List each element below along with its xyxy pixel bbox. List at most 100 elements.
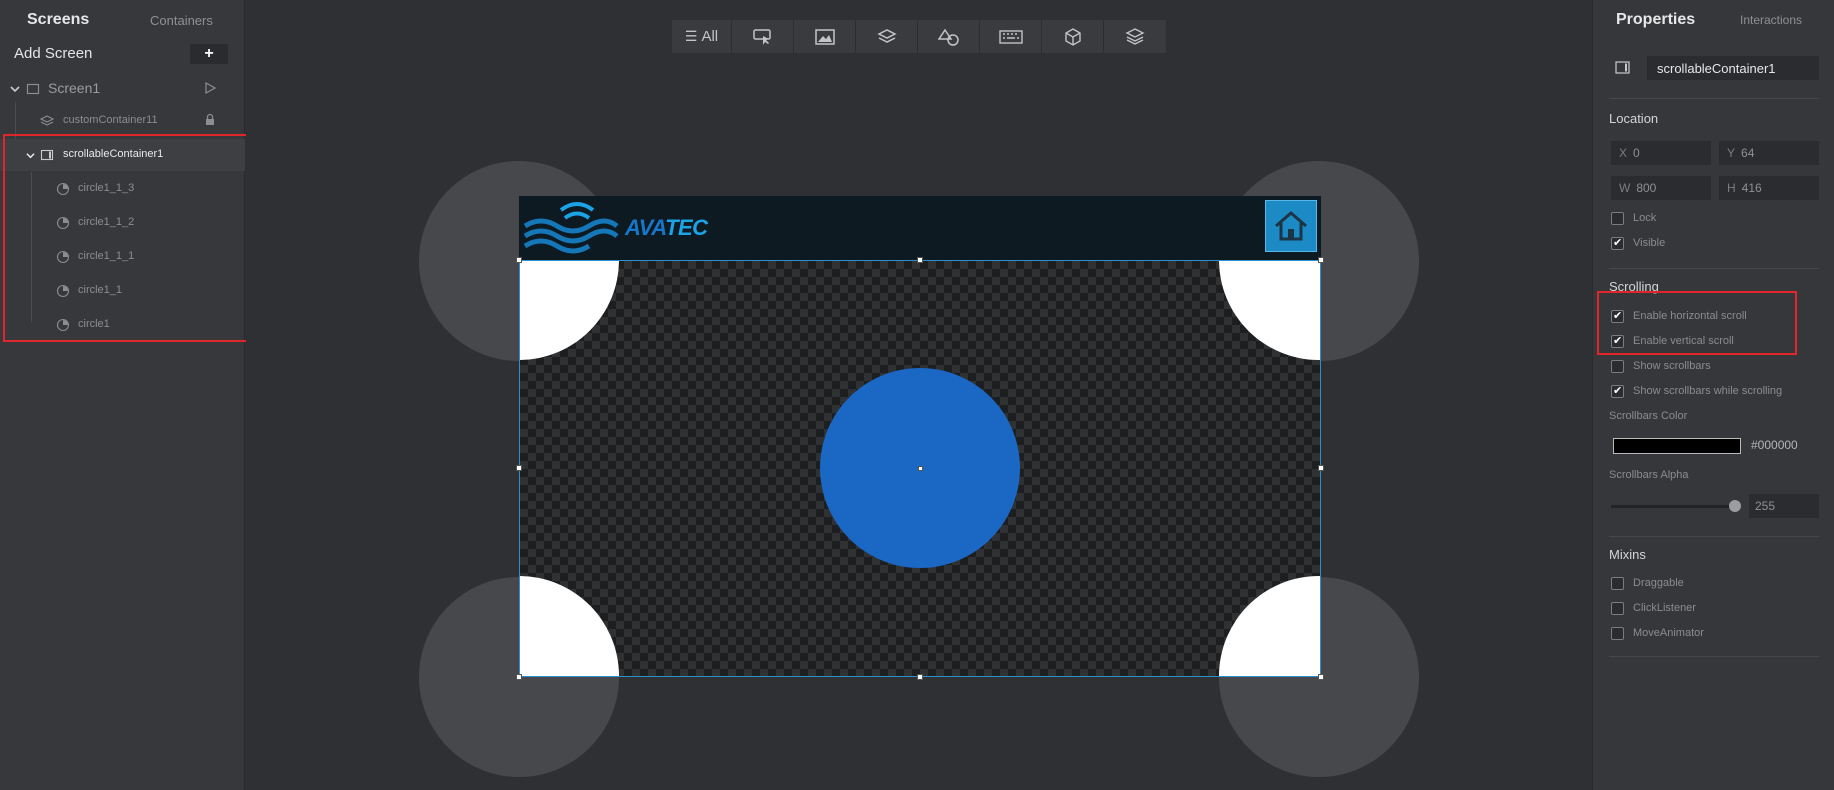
screen-icon — [26, 83, 40, 95]
layers-icon — [40, 115, 54, 126]
lock-icon[interactable] — [203, 113, 217, 127]
resize-handle[interactable] — [516, 257, 522, 263]
add-screen-button[interactable]: + — [190, 44, 228, 64]
lock-checkbox[interactable] — [1611, 212, 1624, 225]
resize-handle[interactable] — [1318, 674, 1324, 680]
show-scrollbars-checkbox[interactable] — [1611, 360, 1624, 373]
brand-logo-text: AVATEC — [625, 215, 708, 240]
interaction-icon — [752, 28, 771, 45]
alpha-value-field[interactable]: 255 — [1749, 494, 1819, 518]
home-button[interactable] — [1265, 200, 1317, 252]
highlight-annotation — [1597, 291, 1797, 355]
y-label: Y — [1727, 146, 1736, 160]
scrollable-container-icon — [1615, 61, 1630, 74]
click-listener-label: ClickListener — [1633, 602, 1696, 614]
widget-toolbar: ☰ All — [672, 20, 1166, 53]
scrollbars-color-value[interactable]: #000000 — [1751, 438, 1798, 452]
tab-containers[interactable]: Containers — [150, 13, 213, 28]
h-value: 416 — [1741, 181, 1762, 195]
w-field[interactable]: W 800 — [1611, 176, 1711, 200]
cube-icon — [1064, 27, 1081, 46]
screen-preview: AVATEC — [516, 196, 1324, 680]
chevron-down-icon[interactable] — [10, 84, 20, 94]
click-listener-checkbox[interactable] — [1611, 602, 1624, 615]
divider — [1609, 656, 1819, 657]
show-scrollbars-label: Show scrollbars — [1633, 360, 1711, 372]
h-label: H — [1727, 181, 1736, 195]
scrollbars-alpha-title: Scrollbars Alpha — [1609, 469, 1689, 481]
toolbar-stack-button[interactable] — [1104, 20, 1166, 53]
tab-interactions[interactable]: Interactions — [1740, 13, 1802, 27]
resize-handle[interactable] — [1318, 465, 1324, 471]
scrollbars-color-title: Scrollbars Color — [1609, 410, 1688, 422]
list-icon: ☰ — [684, 28, 698, 44]
left-panel-tabs: Screens Containers — [0, 0, 244, 40]
circle1_1_2[interactable] — [1219, 261, 1320, 360]
highlight-annotation — [3, 134, 257, 342]
divider — [1609, 98, 1819, 99]
resize-handle[interactable] — [917, 674, 923, 680]
alpha-slider-track[interactable] — [1611, 505, 1735, 508]
scrollbars-color-swatch[interactable] — [1613, 438, 1741, 454]
tree-item-label: customContainer11 — [63, 114, 158, 126]
resize-handle[interactable] — [917, 257, 923, 263]
h-field[interactable]: H 416 — [1719, 176, 1819, 200]
add-screen-label: Add Screen — [14, 45, 93, 62]
center-handle[interactable] — [918, 466, 923, 471]
tree-screen-screen1[interactable]: Screen1 — [0, 72, 245, 104]
tab-properties[interactable]: Properties — [1616, 11, 1695, 29]
circle1_1_3[interactable] — [520, 261, 619, 360]
resize-handle[interactable] — [516, 465, 522, 471]
alpha-slider-thumb[interactable] — [1729, 500, 1741, 512]
lock-label: Lock — [1633, 212, 1657, 224]
visible-checkbox[interactable] — [1611, 236, 1624, 250]
widget-name-field[interactable]: scrollableContainer1 — [1647, 56, 1819, 80]
move-animator-label: MoveAnimator — [1633, 627, 1704, 639]
toolbar-layers-button[interactable] — [856, 20, 918, 53]
toolbar-image-button[interactable] — [794, 20, 856, 53]
keyboard-icon — [998, 29, 1023, 44]
home-icon — [1275, 211, 1307, 241]
w-label: W — [1619, 181, 1631, 195]
y-field[interactable]: Y 64 — [1719, 141, 1819, 165]
circle1_1_1[interactable] — [520, 576, 619, 676]
show-while-scrolling-label: Show scrollbars while scrolling — [1633, 385, 1783, 397]
w-value: 800 — [1636, 181, 1657, 195]
x-field[interactable]: X0 — [1611, 141, 1711, 165]
circle1_1[interactable] — [1219, 576, 1320, 676]
show-while-scrolling-checkbox[interactable] — [1611, 384, 1624, 398]
toolbar-all-button[interactable]: ☰ All — [672, 20, 732, 53]
screen-name: Screen1 — [48, 80, 101, 96]
layers-icon — [876, 28, 897, 43]
location-title: Location — [1609, 111, 1659, 126]
tree-item-customcontainer11[interactable]: customContainer11 — [0, 105, 245, 137]
divider — [1609, 536, 1819, 537]
toolbar-cube-button[interactable] — [1042, 20, 1104, 53]
x-value: 0 — [1633, 146, 1640, 160]
design-canvas[interactable]: ☰ All AVATEC — [246, 0, 1592, 790]
draggable-label: Draggable — [1633, 577, 1684, 589]
toolbar-keyboard-button[interactable] — [980, 20, 1042, 53]
wave-logo-icon — [523, 202, 619, 254]
stack-icon — [1125, 27, 1145, 45]
visible-label: Visible — [1633, 237, 1666, 249]
screens-panel: Screens Containers Add Screen + Screen1 … — [0, 0, 257, 790]
toolbar-shapes-button[interactable] — [918, 20, 980, 53]
divider — [1609, 268, 1819, 269]
custom-container-header[interactable]: AVATEC — [519, 196, 1321, 260]
tab-screens[interactable]: Screens — [27, 11, 89, 29]
x-label: X — [1619, 146, 1628, 160]
shapes-icon — [937, 28, 959, 46]
y-value: 64 — [1741, 146, 1755, 160]
toolbar-interaction-button[interactable] — [732, 20, 794, 53]
draggable-checkbox[interactable] — [1611, 577, 1624, 590]
add-screen-row: Add Screen + — [0, 42, 245, 66]
resize-handle[interactable] — [1318, 257, 1324, 263]
toolbar-all-label: All — [701, 28, 719, 45]
resize-handle[interactable] — [516, 674, 522, 680]
properties-panel: Properties Interactions scrollableContai… — [1592, 0, 1834, 790]
play-icon[interactable] — [203, 81, 217, 95]
mixins-title: Mixins — [1609, 547, 1646, 562]
image-icon — [814, 28, 835, 45]
move-animator-checkbox[interactable] — [1611, 627, 1624, 640]
